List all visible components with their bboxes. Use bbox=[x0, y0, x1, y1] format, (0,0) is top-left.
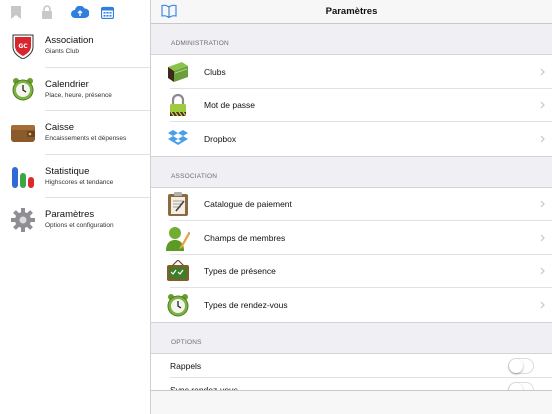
row-label: Types de rendez-vous bbox=[204, 299, 288, 310]
row-types-de-presence[interactable]: Types de présence bbox=[151, 254, 552, 288]
sidebar-item-title: Paramètres bbox=[45, 209, 95, 221]
wallet-icon bbox=[0, 123, 45, 143]
alarm-clock-icon bbox=[151, 293, 204, 317]
alarm-clock-icon bbox=[0, 77, 45, 101]
row-catalogue-de-paiement[interactable]: Catalogue de paiement bbox=[151, 187, 552, 221]
attendance-board-icon bbox=[151, 260, 204, 282]
section-header-administration: ADMINISTRATION bbox=[171, 40, 229, 47]
row-types-de-rendez-vous[interactable]: Types de rendez-vous bbox=[151, 288, 552, 322]
sidebar-item-calendrier[interactable]: Calendrier Place, heure, présence bbox=[0, 68, 150, 112]
sidebar-item-title: Statistique bbox=[45, 165, 90, 177]
sidebar-item-title: Caisse bbox=[45, 122, 75, 134]
chevron-right-icon bbox=[532, 234, 552, 242]
chevron-right-icon bbox=[532, 301, 552, 309]
sidebar-item-caisse[interactable]: Caisse Encaissements et dépenses bbox=[0, 111, 150, 155]
row-label: Mot de passe bbox=[204, 100, 256, 111]
member-edit-icon bbox=[151, 225, 204, 251]
section-header-association: ASSOCIATION bbox=[171, 172, 218, 180]
row-label: Clubs bbox=[204, 66, 226, 77]
row-label: Catalogue de paiement bbox=[204, 199, 292, 210]
chevron-right-icon bbox=[532, 101, 552, 109]
section-header-options: OPTIONS bbox=[171, 338, 202, 346]
rappels-toggle[interactable] bbox=[508, 357, 534, 374]
row-label: Champs de membres bbox=[204, 232, 286, 243]
sidebar-item-association[interactable]: GC Association Giants Club bbox=[0, 24, 150, 68]
chevron-right-icon bbox=[532, 267, 552, 275]
sidebar-item-subtitle: Highscores et tendance bbox=[45, 178, 114, 186]
clipboard-icon bbox=[151, 191, 204, 217]
sidebar-item-title: Association bbox=[45, 35, 94, 47]
sidebar-menu: GC Association Giants Club Calendrier Pl… bbox=[0, 24, 150, 242]
sidebar-item-subtitle: Giants Club bbox=[45, 48, 79, 56]
bottom-toolbar bbox=[151, 390, 552, 414]
row-clubs[interactable]: Clubs bbox=[151, 55, 552, 89]
row-label: Rappels bbox=[170, 360, 202, 371]
row-label: Dropbox bbox=[204, 133, 237, 144]
chevron-right-icon bbox=[532, 68, 552, 76]
sidebar-item-subtitle: Encaissements et dépenses bbox=[45, 135, 127, 143]
chevron-right-icon bbox=[532, 200, 552, 208]
chevron-right-icon bbox=[532, 135, 552, 143]
sidebar-item-title: Calendrier bbox=[45, 78, 89, 90]
dropbox-icon bbox=[151, 129, 204, 149]
row-mot-de-passe[interactable]: Mot de passe bbox=[151, 88, 552, 122]
sidebar-item-statistique[interactable]: Statistique Highscores et tendance bbox=[0, 155, 150, 199]
bookmark-icon[interactable] bbox=[11, 2, 41, 22]
settings-panel: Paramètres ADMINISTRATION Clubs Mot de p… bbox=[151, 0, 552, 414]
row-champs-de-membres[interactable]: Champs de membres bbox=[151, 221, 552, 255]
app-screen: GC Association Giants Club Calendrier Pl… bbox=[0, 0, 552, 414]
book-icon[interactable] bbox=[161, 4, 177, 20]
sidebar-item-subtitle: Place, heure, présence bbox=[45, 91, 112, 99]
row-label: Types de présence bbox=[204, 266, 276, 277]
row-dropbox[interactable]: Dropbox bbox=[151, 122, 552, 156]
cloud-upload-icon[interactable] bbox=[71, 2, 101, 22]
calendar-icon[interactable] bbox=[101, 2, 131, 22]
association-logo-icon: GC bbox=[0, 33, 45, 59]
association-group: Catalogue de paiement Champs de membres … bbox=[151, 186, 552, 323]
gear-icon bbox=[0, 207, 45, 233]
sidebar-toolbar bbox=[0, 0, 150, 24]
lock-icon[interactable] bbox=[41, 2, 71, 22]
sidebar-item-subtitle: Options et configuration bbox=[45, 222, 114, 230]
administration-group: Clubs Mot de passe Dropbox bbox=[151, 54, 552, 157]
page-title: Paramètres bbox=[325, 6, 378, 17]
bar-chart-icon bbox=[0, 163, 45, 189]
sidebar: GC Association Giants Club Calendrier Pl… bbox=[0, 0, 151, 414]
green-book-icon bbox=[151, 61, 204, 83]
row-rappels: Rappels bbox=[151, 353, 552, 378]
svg-text:GC: GC bbox=[18, 43, 28, 50]
padlock-icon bbox=[151, 93, 204, 117]
navigation-bar: Paramètres bbox=[151, 0, 552, 24]
sidebar-item-parametres[interactable]: Paramètres Options et configuration bbox=[0, 198, 150, 242]
